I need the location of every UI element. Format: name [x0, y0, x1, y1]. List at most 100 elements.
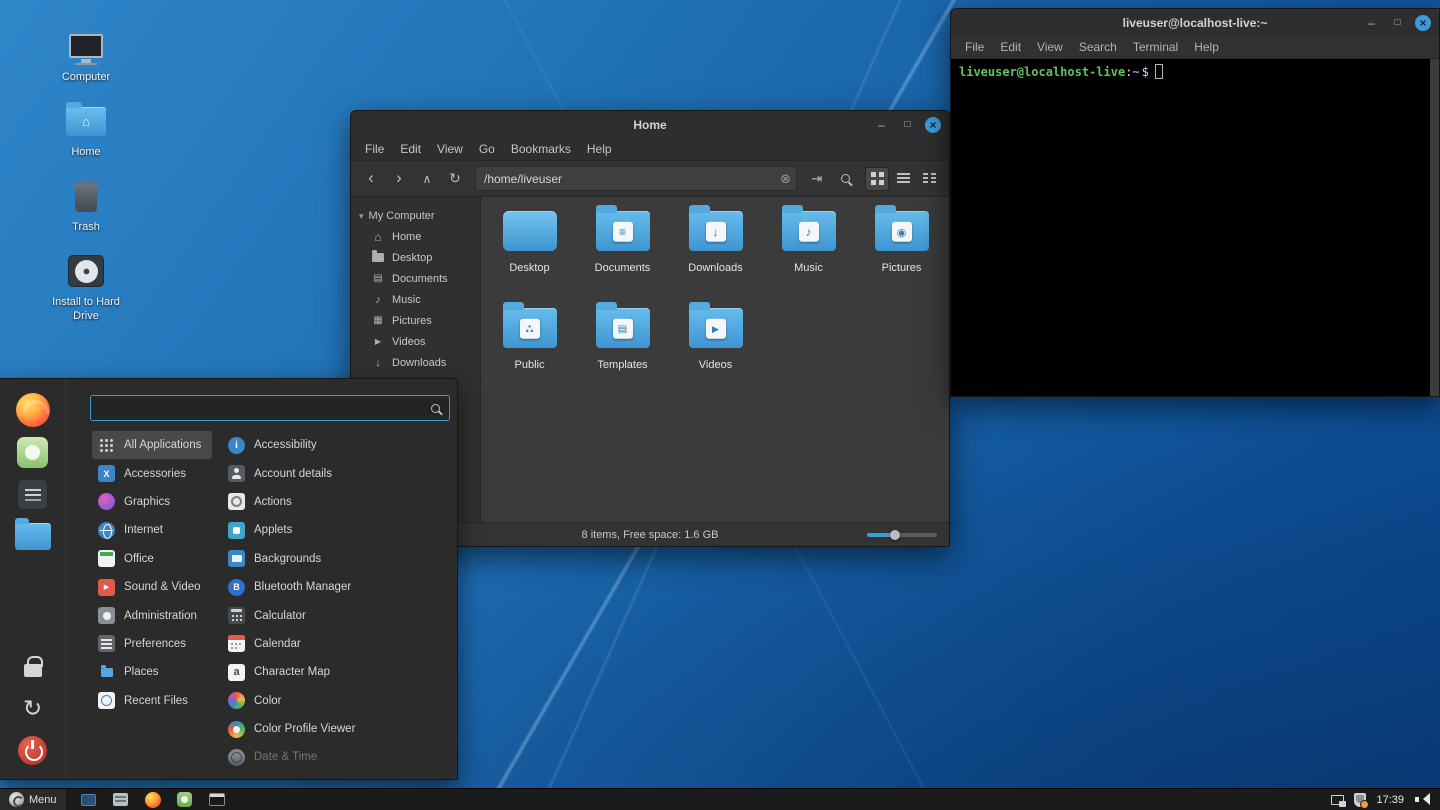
category-accessories[interactable]: Accessories: [92, 459, 212, 487]
sidebar-item-music[interactable]: Music: [351, 289, 480, 310]
up-button[interactable]: [415, 167, 439, 191]
sidebar-section-my-computer[interactable]: My Computer: [351, 205, 480, 226]
close-button[interactable]: [1415, 15, 1431, 31]
menu-go[interactable]: Go: [471, 138, 503, 161]
logout-button[interactable]: [11, 687, 55, 729]
app-color[interactable]: Color: [222, 687, 452, 715]
terminal-screen[interactable]: liveuser@localhost-live:~$: [951, 59, 1439, 396]
list-view-button[interactable]: [891, 167, 915, 191]
menu-view[interactable]: View: [429, 138, 471, 161]
shutdown-button[interactable]: [11, 729, 55, 771]
app-bluetooth-manager[interactable]: Bluetooth Manager: [222, 573, 452, 601]
menu-bookmarks[interactable]: Bookmarks: [503, 138, 579, 161]
menu-search-input[interactable]: [91, 401, 449, 415]
category-internet[interactable]: Internet: [92, 516, 212, 544]
taskbar-terminal-button[interactable]: [206, 791, 228, 809]
grid-view-button[interactable]: [865, 167, 889, 191]
sidebar-item-downloads[interactable]: Downloads: [351, 352, 480, 373]
taskbar-files-button[interactable]: [110, 791, 132, 809]
path-input[interactable]: [476, 172, 796, 186]
terminal-scrollbar[interactable]: [1430, 59, 1439, 396]
folder-music[interactable]: Music: [765, 205, 853, 302]
desktop-icon-trash[interactable]: Trash: [40, 176, 132, 235]
app-actions[interactable]: Actions: [222, 488, 452, 516]
sidebar-item-pictures[interactable]: Pictures: [351, 310, 480, 331]
app-applets[interactable]: Applets: [222, 516, 452, 544]
panel-clock[interactable]: 17:39: [1376, 794, 1404, 806]
lock-screen-button[interactable]: [11, 645, 55, 687]
maximize-button[interactable]: [1389, 14, 1406, 31]
desktop-icon-install[interactable]: Install to Hard Drive: [40, 251, 132, 324]
file-icon-view[interactable]: Desktop Documents Downloads Music Pictur…: [481, 197, 949, 522]
folder-desktop[interactable]: Desktop: [486, 205, 574, 302]
compact-view-button[interactable]: [917, 167, 941, 191]
category-sound-video[interactable]: Sound & Video: [92, 573, 212, 601]
taskbar-window-button[interactable]: [78, 791, 100, 809]
sidebar-item-documents[interactable]: Documents: [351, 268, 480, 289]
file-manager-titlebar[interactable]: Home: [351, 111, 949, 138]
sidebar-item-videos[interactable]: Videos: [351, 331, 480, 352]
favorite-software-manager-button[interactable]: [11, 431, 55, 473]
app-accessibility[interactable]: Accessibility: [222, 431, 452, 459]
back-button[interactable]: [359, 167, 383, 191]
taskbar-software-button[interactable]: [174, 791, 196, 809]
favorite-text-editor-button[interactable]: [11, 473, 55, 515]
category-office[interactable]: Office: [92, 545, 212, 573]
app-date-time[interactable]: Date & Time: [222, 743, 452, 771]
menu-button[interactable]: Menu: [0, 789, 66, 810]
menu-search[interactable]: Search: [1071, 36, 1125, 59]
taskbar-firefox-button[interactable]: [142, 791, 164, 809]
category-graphics[interactable]: Graphics: [92, 488, 212, 516]
desktop-icon-home[interactable]: ⌂ Home: [40, 101, 132, 160]
folder-icon: [371, 253, 385, 262]
zoom-slider[interactable]: [867, 523, 937, 546]
folder-videos[interactable]: Videos: [672, 302, 760, 399]
folder-downloads[interactable]: Downloads: [672, 205, 760, 302]
menu-edit[interactable]: Edit: [392, 138, 429, 161]
edit-location-button[interactable]: [805, 167, 829, 191]
zoom-slider-knob[interactable]: [890, 530, 900, 540]
files-icon: [15, 523, 51, 550]
sidebar-item-home[interactable]: Home: [351, 226, 480, 247]
forward-button[interactable]: [387, 167, 411, 191]
app-calendar[interactable]: Calendar: [222, 630, 452, 658]
folder-pictures[interactable]: Pictures: [858, 205, 946, 302]
update-manager-icon[interactable]: [1354, 793, 1366, 807]
menu-file[interactable]: File: [357, 138, 392, 161]
category-places[interactable]: Places: [92, 658, 212, 686]
app-backgrounds[interactable]: Backgrounds: [222, 545, 452, 573]
app-calculator[interactable]: Calculator: [222, 601, 452, 629]
home-folder-icon: ⌂: [66, 107, 106, 136]
category-preferences[interactable]: Preferences: [92, 630, 212, 658]
minimize-button[interactable]: [1363, 14, 1380, 31]
search-button[interactable]: [833, 167, 857, 191]
refresh-button[interactable]: [443, 167, 467, 191]
desktop-icon-computer[interactable]: Computer: [40, 26, 132, 85]
maximize-button[interactable]: [899, 116, 916, 133]
category-all-applications[interactable]: All Applications: [92, 431, 212, 459]
category-recent-files[interactable]: Recent Files: [92, 687, 212, 715]
volume-icon[interactable]: [1414, 793, 1430, 806]
menu-terminal[interactable]: Terminal: [1125, 36, 1186, 59]
app-account-details[interactable]: Account details: [222, 459, 452, 487]
category-administration[interactable]: Administration: [92, 601, 212, 629]
terminal-titlebar[interactable]: liveuser@localhost-live:~: [951, 9, 1439, 36]
app-color-profile-viewer[interactable]: Color Profile Viewer: [222, 715, 452, 743]
favorite-files-button[interactable]: [11, 515, 55, 557]
folder-documents[interactable]: Documents: [579, 205, 667, 302]
network-icon[interactable]: [1331, 795, 1344, 805]
clear-path-icon[interactable]: [780, 171, 791, 187]
menu-file[interactable]: File: [957, 36, 992, 59]
folder-public[interactable]: Public: [486, 302, 574, 399]
menu-view[interactable]: View: [1029, 36, 1071, 59]
favorite-firefox-button[interactable]: [11, 389, 55, 431]
menu-help[interactable]: Help: [579, 138, 620, 161]
view-toggle-group: [865, 167, 941, 191]
menu-edit[interactable]: Edit: [992, 36, 1029, 59]
app-character-map[interactable]: Character Map: [222, 658, 452, 686]
close-button[interactable]: [925, 117, 941, 133]
menu-help[interactable]: Help: [1186, 36, 1227, 59]
minimize-button[interactable]: [873, 116, 890, 133]
sidebar-item-desktop[interactable]: Desktop: [351, 247, 480, 268]
folder-templates[interactable]: Templates: [579, 302, 667, 399]
